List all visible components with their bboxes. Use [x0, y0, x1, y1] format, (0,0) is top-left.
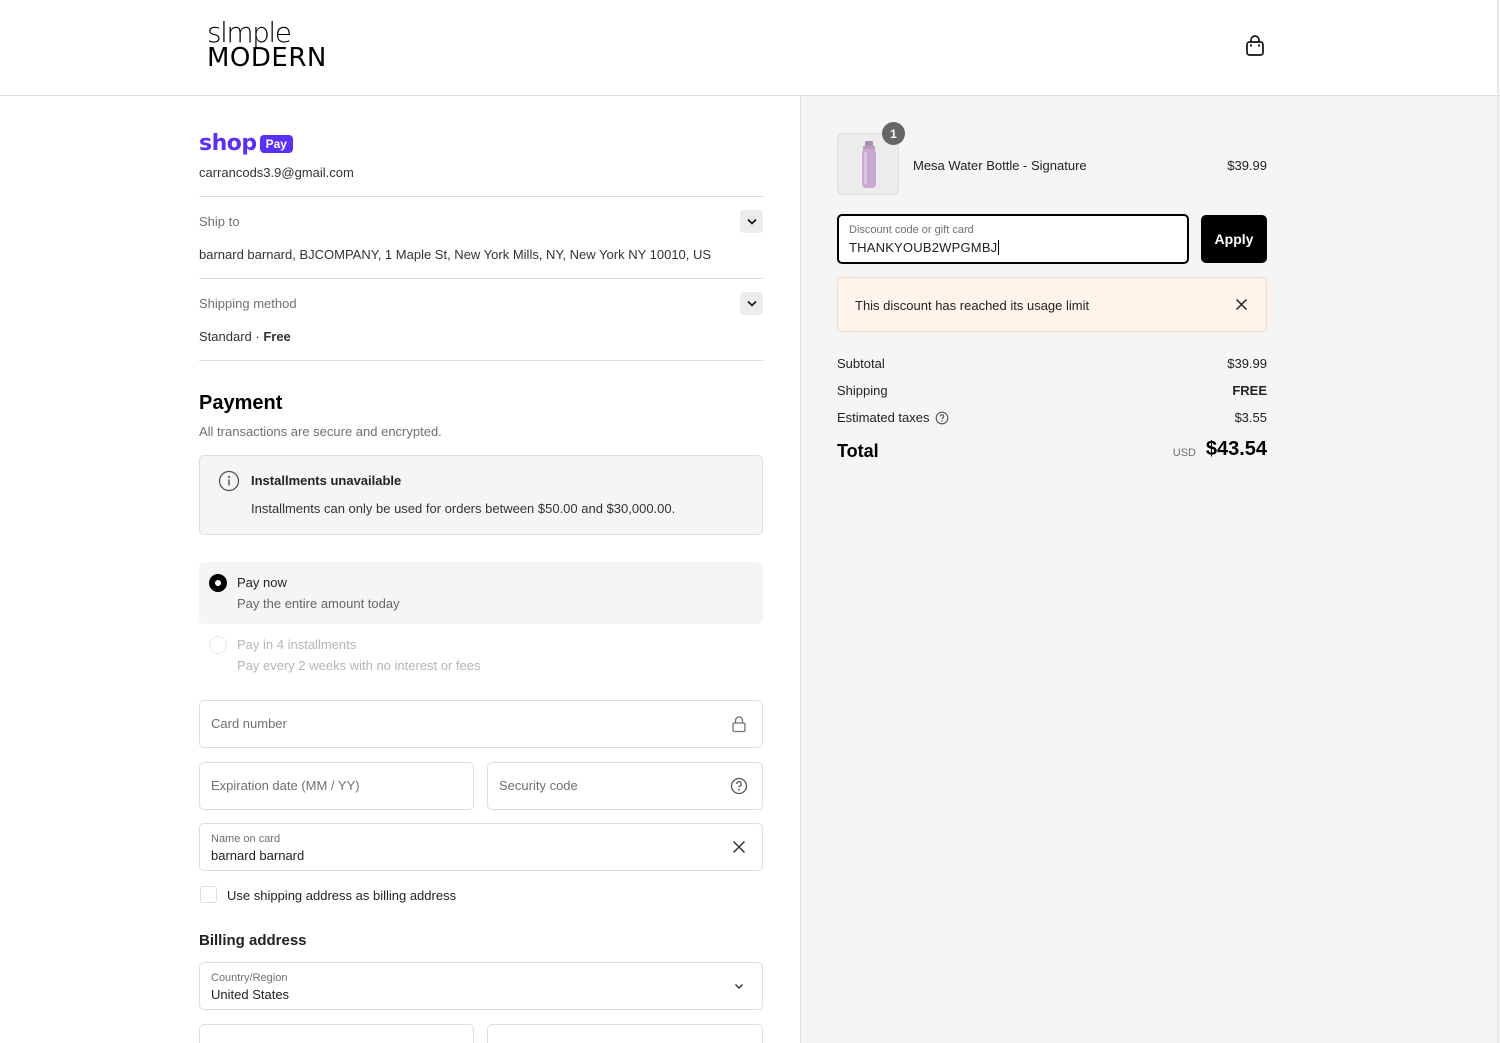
card-number-placeholder: Card number	[211, 716, 287, 731]
security-code-field[interactable]: Security code	[487, 762, 763, 810]
shipping-label: Shipping	[837, 383, 888, 398]
expiration-date-field[interactable]: Expiration date (MM / YY)	[199, 762, 474, 810]
pay-now-title: Pay now	[237, 575, 287, 590]
name-on-card-value: barnard barnard	[211, 848, 305, 863]
ship-to-address: barnard barnard, BJCOMPANY, 1 Maple St, …	[199, 247, 712, 262]
clear-icon[interactable]	[730, 838, 748, 856]
total-currency: USD	[1172, 447, 1196, 459]
shop-pay-wordmark: shop	[199, 131, 257, 156]
product-price: $39.99	[1227, 158, 1267, 173]
shipping-value: FREE	[1232, 383, 1267, 398]
shipping-method-value: Standard · Free	[199, 329, 291, 344]
apply-discount-button[interactable]: Apply	[1201, 215, 1267, 263]
info-icon	[218, 470, 240, 492]
notice-title: Installments unavailable	[251, 473, 402, 488]
chevron-down-icon	[746, 218, 757, 225]
discount-error-alert: This discount has reached its usage limi…	[837, 277, 1267, 332]
installments-title: Pay in 4 installments	[237, 637, 357, 652]
help-icon[interactable]	[730, 777, 748, 795]
pay-in-installments-radio	[209, 636, 227, 654]
account-email: carrancods3.9@gmail.com	[199, 165, 354, 180]
chevron-down-icon	[746, 300, 757, 307]
site-header: slmple MODERN	[0, 0, 1500, 96]
lock-icon	[732, 716, 746, 733]
divider	[199, 278, 763, 279]
brand-logo-line1: slmple	[207, 16, 292, 49]
divider	[199, 196, 763, 197]
payment-heading: Payment	[199, 392, 283, 414]
shop-pay-badge: Pay	[259, 134, 293, 153]
expiration-placeholder: Expiration date (MM / YY)	[211, 778, 360, 793]
help-icon[interactable]	[935, 411, 949, 425]
pay-now-subtitle: Pay the entire amount today	[237, 596, 400, 611]
first-name-field[interactable]	[199, 1024, 474, 1043]
pay-in-installments-option: Pay in 4 installments Pay every 2 weeks …	[199, 624, 763, 686]
text-cursor	[998, 240, 1000, 255]
divider	[199, 360, 763, 361]
billing-address-heading: Billing address	[199, 932, 307, 949]
installments-subtitle: Pay every 2 weeks with no interest or fe…	[237, 658, 481, 673]
taxes-label: Estimated taxes	[837, 410, 930, 425]
total-value: $43.54	[1205, 438, 1267, 460]
payment-subtitle: All transactions are secure and encrypte…	[199, 424, 442, 439]
name-on-card-field[interactable]: Name on card barnard barnard	[199, 823, 763, 871]
shipping-method-cost: Free	[263, 329, 291, 344]
brand-logo[interactable]: slmple MODERN	[207, 16, 327, 73]
pay-now-radio[interactable]	[209, 574, 227, 592]
close-icon[interactable]	[1234, 297, 1249, 312]
shop-pay-logo: shop Pay	[199, 131, 293, 156]
shopping-bag-icon[interactable]	[1244, 34, 1266, 58]
product-name: Mesa Water Bottle - Signature	[913, 158, 1087, 173]
subtotal-label: Subtotal	[837, 356, 885, 371]
shipping-method-label: Shipping method	[199, 296, 297, 311]
taxes-value: $3.55	[1234, 410, 1267, 425]
brand-logo-line2: MODERN	[207, 43, 327, 73]
discount-code-label: Discount code or gift card	[849, 224, 974, 236]
country-label: Country/Region	[211, 972, 288, 984]
billing-same-checkbox[interactable]	[200, 886, 217, 903]
last-name-field[interactable]	[487, 1024, 763, 1043]
ship-to-label: Ship to	[199, 214, 240, 229]
discount-code-value: THANKYOUB2WPGMBJ	[849, 240, 998, 255]
discount-error-text: This discount has reached its usage limi…	[855, 298, 1090, 313]
scrollbar-track	[1497, 0, 1499, 1043]
discount-code-input[interactable]: Discount code or gift card THANKYOUB2WPG…	[837, 214, 1189, 264]
country-value: United States	[211, 987, 290, 1002]
security-code-placeholder: Security code	[499, 778, 578, 793]
subtotal-value: $39.99	[1227, 356, 1267, 371]
shipping-method-expand-button[interactable]	[740, 292, 763, 315]
shipping-method-name: Standard ·	[199, 329, 264, 344]
pay-now-option[interactable]: Pay now Pay the entire amount today	[199, 562, 763, 624]
card-number-field[interactable]: Card number	[199, 700, 763, 748]
quantity-badge: 1	[882, 122, 905, 145]
installments-notice: Installments unavailable Installments ca…	[199, 455, 763, 535]
country-select[interactable]: Country/Region United States	[199, 962, 763, 1010]
notice-body: Installments can only be used for orders…	[251, 501, 676, 516]
discount-code-value-wrap: THANKYOUB2WPGMBJ	[849, 240, 1000, 255]
billing-same-label[interactable]: Use shipping address as billing address	[227, 888, 456, 903]
name-on-card-label: Name on card	[211, 833, 281, 845]
chevron-down-icon	[734, 983, 744, 990]
total-label: Total	[837, 441, 879, 461]
ship-to-expand-button[interactable]	[740, 210, 763, 233]
